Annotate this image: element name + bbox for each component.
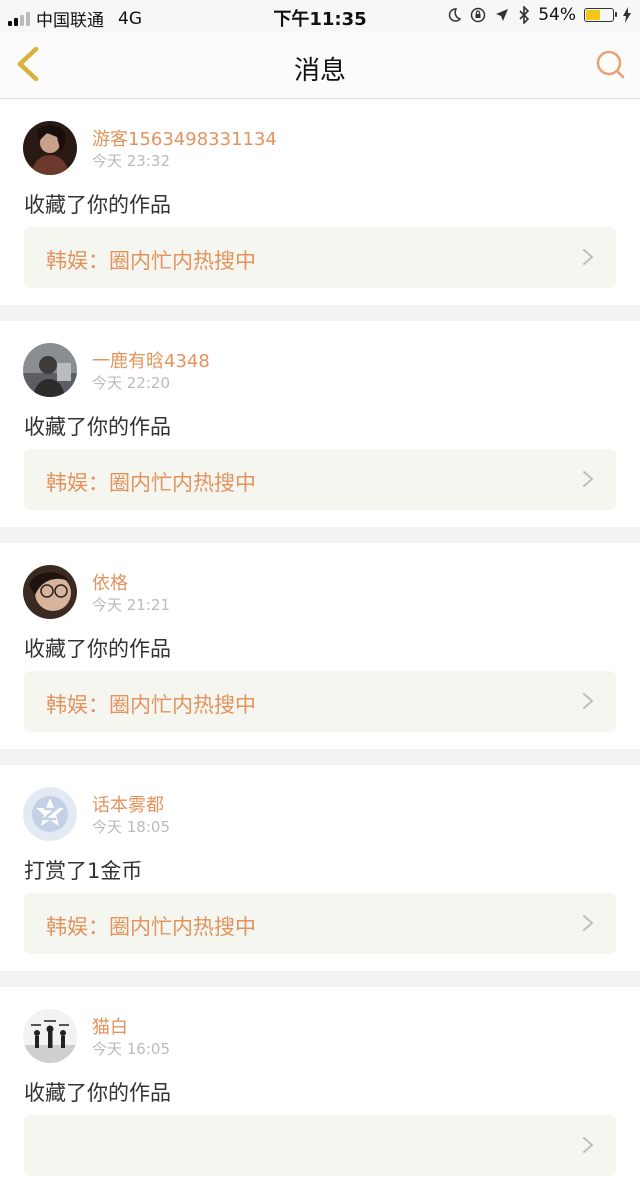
work-title: 韩娱：圈内忙内热搜中 [46,471,256,495]
bluetooth-icon [519,6,530,24]
chevron-right-icon [582,692,594,710]
avatar[interactable] [23,343,77,397]
avatar[interactable] [23,121,77,175]
message-time: 今天 18:05 [92,818,170,836]
page-title: 消息 [293,56,346,86]
battery-icon [584,8,617,22]
charging-bolt-icon [623,7,631,23]
message-action: 收藏了你的作品 [24,415,171,439]
rotation-lock-icon [470,7,486,23]
search-icon [596,50,625,79]
message-action: 收藏了你的作品 [24,193,171,217]
avatar[interactable] [23,1009,77,1063]
message-card: 游客1563498331134 今天 23:32 收藏了你的作品韩娱：圈内忙内热搜中 [0,99,640,305]
chevron-right-icon [582,248,594,266]
battery-level [586,10,600,20]
chevron-right-icon [582,914,594,932]
avatar[interactable] [23,787,77,841]
message-list: 游客1563498331134 今天 23:32 收藏了你的作品 韩娱：圈内忙内热搜中… [0,99,640,1193]
message-action: 收藏了你的作品 [24,1081,171,1105]
message-card: 话本雾都 今天 18:05 打赏了1金币韩娱：圈内忙内热搜中 [0,765,640,971]
work-link[interactable]: 韩娱：圈内忙内热搜中 [24,227,616,288]
moon-icon [449,8,462,22]
work-link[interactable]: 韩娱：圈内忙内热搜中 [24,893,616,954]
avatar[interactable] [23,565,77,619]
nav-bar: 消息 [0,32,640,99]
work-title: 韩娱：圈内忙内热搜中 [46,693,256,717]
chevron-right-icon [582,1136,594,1154]
work-title: 韩娱：圈内忙内热搜中 [46,915,256,939]
message-time: 今天 23:32 [92,152,170,170]
work-link[interactable] [24,1115,616,1176]
message-time: 今天 22:20 [92,374,170,392]
work-title: 韩娱：圈内忙内热搜中 [46,249,256,273]
location-icon [496,9,509,21]
message-card: 猫白 今天 16:05 收藏了你的作品 [0,987,640,1193]
status-bar: 中国联通 4G 下午11:35 54% [0,0,640,32]
message-time: 今天 16:05 [92,1040,170,1058]
user-name[interactable]: 话本雾都 [92,791,164,817]
battery-percent: 54% [538,5,576,25]
search-button[interactable] [594,48,626,80]
work-link[interactable]: 韩娱：圈内忙内热搜中 [24,449,616,510]
work-link[interactable]: 韩娱：圈内忙内热搜中 [24,671,616,732]
message-card: 依格 今天 21:21 收藏了你的作品韩娱：圈内忙内热搜中 [0,543,640,749]
user-name[interactable]: 猫白 [92,1013,128,1039]
message-card: 一鹿有晗4348 今天 22:20 收藏了你的作品韩娱：圈内忙内热搜中 [0,321,640,527]
user-name[interactable]: 游客1563498331134 [92,125,277,151]
message-action: 收藏了你的作品 [24,637,171,661]
status-icons: 54% [446,5,632,25]
chevron-right-icon [582,470,594,488]
message-time: 今天 21:21 [92,596,170,614]
message-action: 打赏了1金币 [24,859,143,883]
user-name[interactable]: 一鹿有晗4348 [92,347,210,373]
user-name[interactable]: 依格 [92,569,128,595]
